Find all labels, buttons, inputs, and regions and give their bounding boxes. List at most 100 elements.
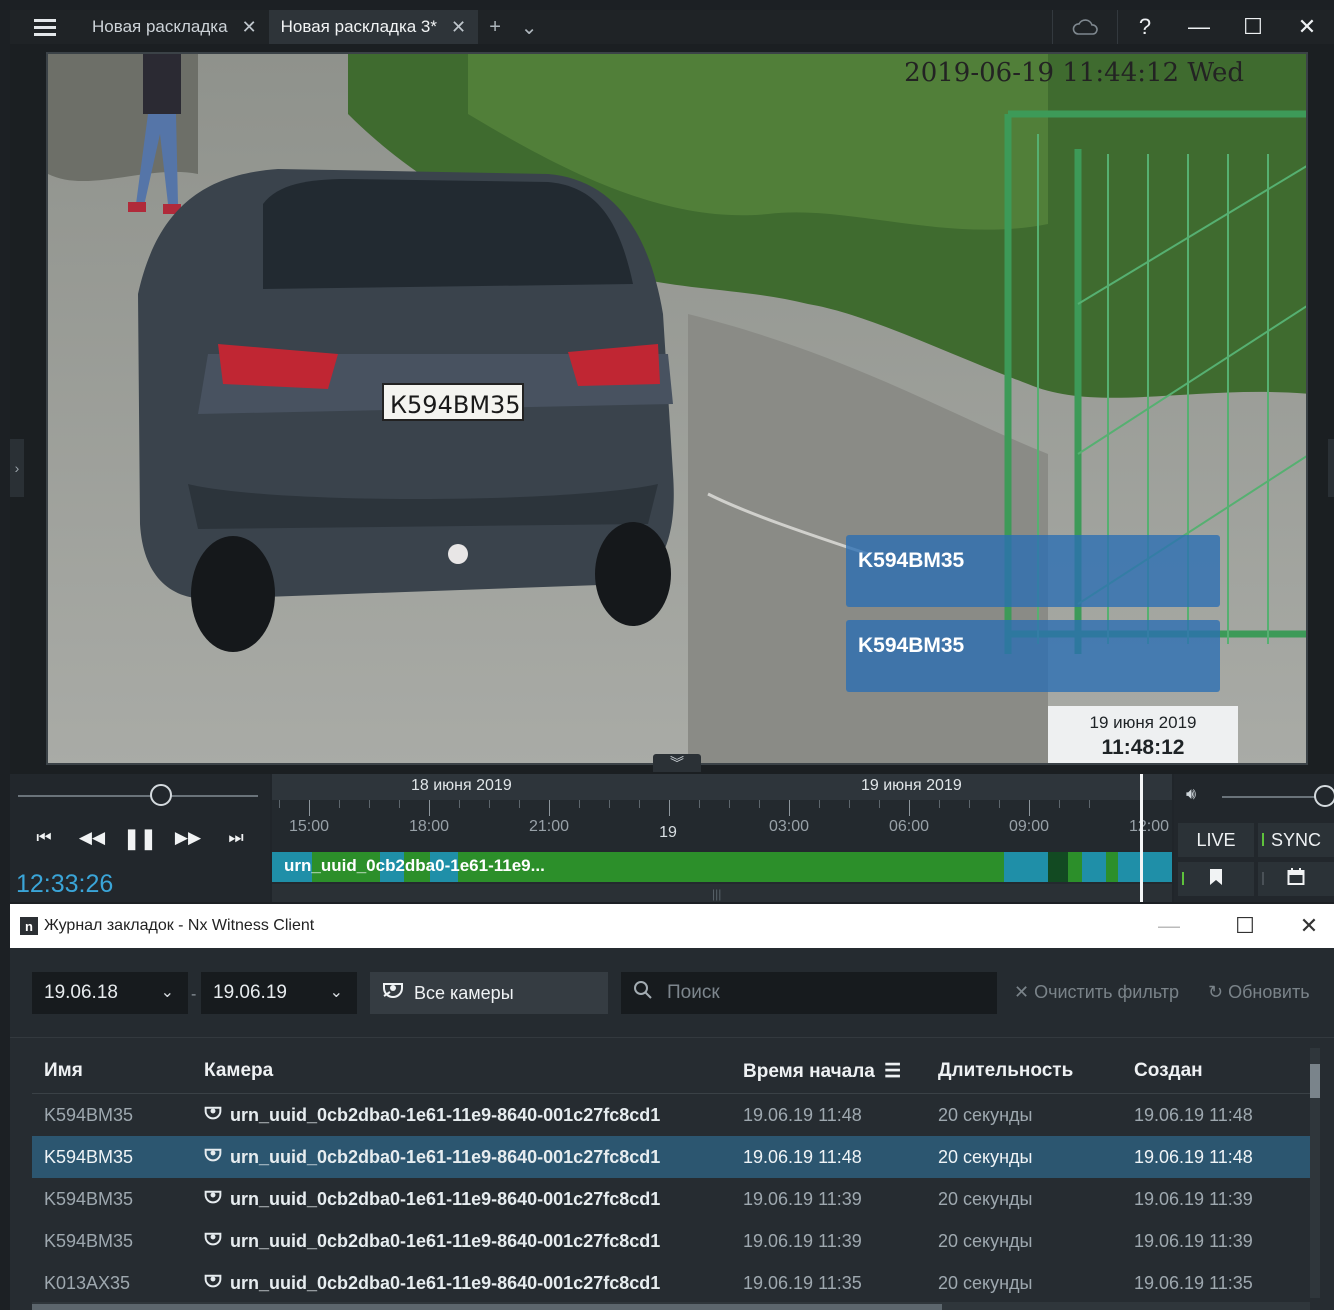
timeline-tick [279, 800, 280, 808]
camera-select-button[interactable]: Все камеры [370, 972, 608, 1014]
minimize-icon[interactable]: — [1142, 910, 1196, 942]
cloud-icon[interactable] [1052, 10, 1118, 44]
refresh-button[interactable]: ↻ Обновить [1208, 982, 1310, 1003]
bookmark-created: 19.06.19 11:35 [1134, 1273, 1253, 1293]
table-row[interactable]: K594BM35 urn_uuid_0cb2dba0-1e61-11e9-8640… [32, 1220, 1310, 1262]
license-plate: К594ВМ35 [390, 391, 521, 419]
maximize-icon[interactable]: ☐ [1226, 10, 1280, 44]
timeline[interactable]: 18 июня 2019 19 июня 2019 15:00 18:00 21… [272, 774, 1172, 902]
sync-indicator [1262, 833, 1264, 846]
chevron-down-icon[interactable]: ⌄ [512, 10, 546, 44]
right-panel-toggle[interactable] [1328, 439, 1334, 497]
close-icon[interactable]: ✕ [1280, 10, 1334, 44]
timeline-label: 21:00 [528, 818, 570, 835]
search-input[interactable] [667, 982, 967, 1004]
column-header-duration[interactable]: Длительность [938, 1060, 1073, 1082]
refresh-icon: ↻ [1208, 982, 1224, 1002]
scrollbar-thumb[interactable] [32, 1304, 942, 1310]
timeline-tick [759, 800, 760, 808]
tab-label: Новая раскладка 3* [280, 17, 438, 36]
column-header-name[interactable]: Имя [44, 1060, 83, 1082]
timeline-tick [369, 800, 370, 808]
table-row[interactable]: K013AX35 urn_uuid_0cb2dba0-1e61-11e9-8640… [32, 1262, 1310, 1304]
bookmarks-toggle-button[interactable] [1178, 862, 1254, 896]
bookmarks-window-titlebar: n Журнал закладок - Nx Witness Client — … [10, 904, 1334, 948]
tooltip-time: 11:48:12 [1101, 736, 1185, 759]
skip-previous-icon[interactable]: ⏮ [20, 820, 68, 856]
pause-icon[interactable]: ❚❚ [116, 820, 164, 856]
tab-layout-3[interactable]: Новая раскладка 3* ✕ [268, 10, 479, 44]
motion-segment [1082, 852, 1106, 882]
date-from-select[interactable]: 19.06.18 ⌄ [32, 972, 188, 1014]
main-menu-button[interactable] [10, 10, 80, 44]
timeline-tick [429, 800, 430, 816]
timeline-scrollbar[interactable]: ||| [272, 884, 1172, 902]
sort-icon: ☰ [884, 1061, 902, 1082]
volume-slider[interactable] [1222, 796, 1322, 798]
camera-name: urn_uuid_0cb2dba0-1e61-11e9-8640-001c27f… [230, 1189, 661, 1209]
bookmark-duration: 20 секунды [938, 1273, 1033, 1293]
bookmark-camera: urn_uuid_0cb2dba0-1e61-11e9-8640-001c27f… [204, 1231, 660, 1252]
volume-slider-handle[interactable] [1314, 785, 1334, 807]
timeline-position-marker[interactable] [1140, 774, 1143, 902]
table-row[interactable]: K594BM35 urn_uuid_0cb2dba0-1e61-11e9-8640… [32, 1178, 1310, 1220]
rewind-icon[interactable]: ◀◀ [68, 820, 116, 856]
calendar-button[interactable] [1258, 862, 1334, 896]
date-to-value: 19.06.19 [213, 982, 287, 1003]
recording-bar[interactable]: urn_uuid_0cb2dba0-1e61-11e9... [272, 852, 1172, 882]
bookmark-camera: urn_uuid_0cb2dba0-1e61-11e9-8640-001c27f… [204, 1105, 660, 1126]
chevron-right-icon[interactable]: › [10, 439, 24, 497]
timeline-label: 18:00 [408, 818, 450, 835]
bookmark-created: 19.06.19 11:39 [1134, 1231, 1253, 1251]
search-field[interactable] [621, 972, 997, 1014]
bookmarks-indicator [1182, 872, 1184, 885]
camera-frame[interactable]: К594ВМ35 2019-06-19 11:44:12 Wed K594BM3… [46, 52, 1308, 765]
bookmark-start-time: 19.06.19 11:35 [743, 1273, 862, 1293]
clear-filter-button[interactable]: ✕ Очистить фильтр [1014, 982, 1179, 1003]
skip-next-icon[interactable]: ⏭ [212, 820, 260, 856]
vertical-scrollbar[interactable] [1310, 1048, 1320, 1298]
timeline-date: 18 июня 2019 [411, 777, 512, 794]
close-icon[interactable]: ✕ [451, 17, 466, 38]
timeline-tick [999, 800, 1000, 808]
close-icon[interactable]: ✕ [242, 17, 257, 38]
timeline-tick [849, 800, 850, 808]
timeline-tooltip: 19 июня 2019 11:48:12 [1048, 706, 1238, 763]
sync-button[interactable]: SYNC [1258, 823, 1334, 857]
current-time: 12:33:26 [16, 870, 114, 898]
camera-icon [204, 1148, 222, 1168]
horizontal-scrollbar[interactable] [32, 1302, 1310, 1310]
tab-layout-1[interactable]: Новая раскладка ✕ [80, 10, 269, 44]
camera-timestamp: 2019-06-19 11:44:12 Wed [904, 58, 1244, 88]
plate-detection-box[interactable]: K594BM35 [846, 620, 1220, 692]
volume-icon[interactable]: 🔊︎ [1186, 786, 1196, 804]
bookmark-created: 19.06.19 11:48 [1134, 1147, 1253, 1167]
minimize-icon[interactable]: — [1172, 10, 1226, 44]
window-controls: ? — ☐ ✕ [1052, 10, 1334, 44]
column-header-start-time[interactable]: Время начала ☰ [743, 1060, 901, 1083]
timeline-tick [609, 800, 610, 808]
table-row[interactable]: K594BM35 urn_uuid_0cb2dba0-1e61-11e9-8640… [32, 1094, 1310, 1136]
scrollbar-thumb[interactable] [1310, 1064, 1320, 1098]
scroll-grip-icon[interactable]: ||| [712, 887, 721, 901]
collapse-timeline-button[interactable]: ︾ [653, 754, 701, 772]
column-header-camera[interactable]: Камера [204, 1060, 273, 1082]
column-header-created[interactable]: Создан [1134, 1060, 1203, 1082]
add-tab-icon[interactable]: + [478, 10, 512, 44]
motion-segment [1118, 852, 1172, 882]
speed-slider-handle[interactable] [150, 784, 172, 806]
live-button[interactable]: LIVE [1178, 823, 1254, 857]
plate-detection-box[interactable]: K594BM35 [846, 535, 1220, 607]
bookmark-name: K594BM35 [44, 1189, 134, 1209]
table-row[interactable]: K594BM35 urn_uuid_0cb2dba0-1e61-11e9-8640… [32, 1136, 1310, 1178]
timeline-tick [969, 800, 970, 808]
timeline-label: 09:00 [1008, 818, 1050, 835]
close-icon[interactable]: ✕ [1282, 910, 1334, 942]
maximize-icon[interactable]: ☐ [1218, 910, 1272, 942]
timeline-date: 19 июня 2019 [861, 777, 962, 794]
timeline-tick [669, 800, 670, 816]
fast-forward-icon[interactable]: ▶▶ [164, 820, 212, 856]
date-to-select[interactable]: 19.06.19 ⌄ [201, 972, 357, 1014]
speed-slider[interactable] [18, 795, 258, 797]
help-icon[interactable]: ? [1118, 10, 1172, 44]
